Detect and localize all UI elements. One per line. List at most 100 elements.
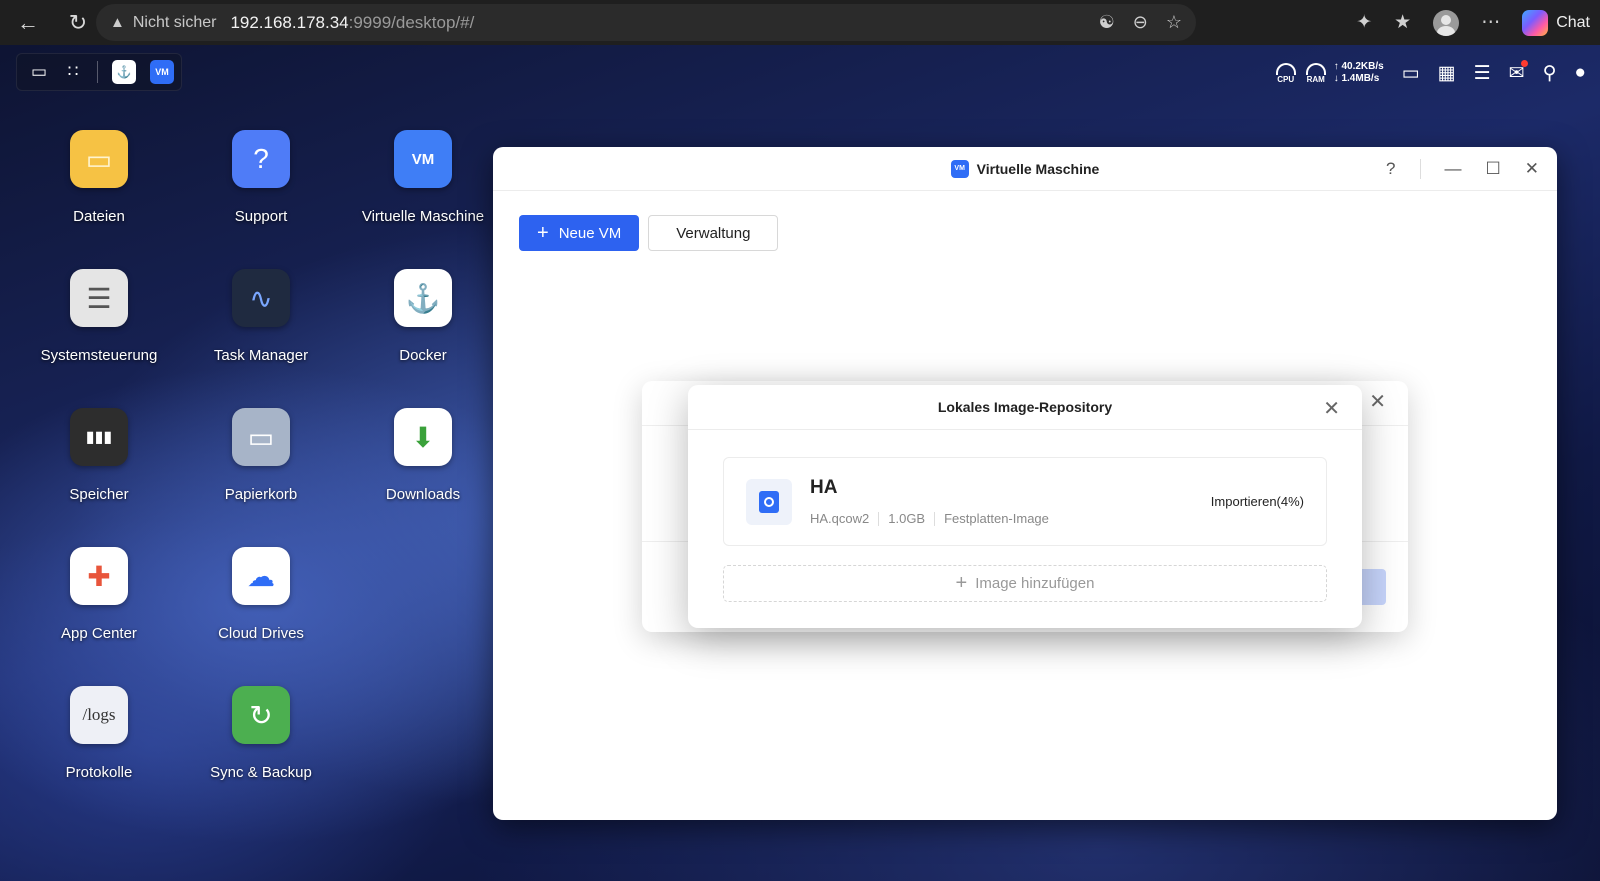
disk-image-icon (746, 478, 792, 525)
widgets-icon[interactable]: ▦ (1438, 62, 1456, 85)
cpu-gauge[interactable]: CPU (1275, 62, 1296, 84)
desktop-app-label: Protokolle (65, 764, 133, 781)
desktop-app-dateien[interactable]: ▭ Dateien (19, 130, 179, 225)
sync-icon: ↻ (232, 686, 290, 744)
download-icon: ⬇ (394, 408, 452, 466)
desktop-app-virtuelle-maschine[interactable]: VM Virtuelle Maschine (343, 130, 503, 225)
ram-gauge[interactable]: RAM (1305, 62, 1326, 84)
image-size: 1.0GB (888, 511, 926, 526)
reload-icon[interactable]: ↻ (60, 5, 96, 41)
desktop-app-cloud-drives[interactable]: ☁ Cloud Drives (181, 547, 341, 642)
repo-dialog-title: Lokales Image-Repository (937, 399, 1113, 415)
desktop-app-docker[interactable]: ⚓ Docker (343, 269, 503, 364)
desktop-app-protokolle[interactable]: /logs Protokolle (19, 686, 179, 781)
window-controls-divider (1419, 159, 1421, 179)
add-image-label: Image hinzufügen (975, 575, 1095, 592)
vm-window-titlebar[interactable]: VM Virtuelle Maschine ? — ☐ ✕ (493, 147, 1557, 191)
app-grid-icon[interactable]: ∷ (63, 62, 83, 82)
url-host: 192.168.178.34 (230, 12, 349, 32)
upload-speed: 40.2KB/s (1341, 61, 1384, 72)
app-center-icon: ✚ (70, 547, 128, 605)
plus-icon: + (955, 572, 968, 594)
back-icon[interactable]: ← (10, 5, 46, 41)
trash-icon: ▭ (232, 408, 290, 466)
desktop-app-label: Papierkorb (224, 486, 298, 503)
taskbar-vm-icon[interactable]: VM (150, 60, 174, 84)
desktop-app-label: Speicher (69, 486, 129, 503)
desktop-app-support[interactable]: ? Support (181, 130, 341, 225)
desktop: ▭ ∷ ⚓ VM CPU RAM ↑ 40.2KB/s ↓ 1.4MB/s ▭ … (0, 45, 1600, 881)
cloud-drive-icon: ☁ (232, 547, 290, 605)
add-image-button[interactable]: + Image hinzufügen (723, 565, 1327, 602)
meta-divider (878, 511, 880, 526)
docker-icon: ⚓ (394, 269, 452, 327)
taskbar-docker-icon[interactable]: ⚓ (112, 60, 136, 84)
image-list-item[interactable]: HA HA.qcow2 1.0GB Festplatten-Image Impo… (723, 457, 1327, 546)
desktop-app-app-center[interactable]: ✚ App Center (19, 547, 179, 642)
background-dialog-close-icon[interactable]: ✕ (1369, 389, 1386, 414)
search-icon[interactable]: ⚲ (1543, 62, 1557, 85)
copilot-chat-button[interactable]: Chat (1522, 9, 1590, 36)
url-path: :9999/desktop/#/ (348, 12, 475, 32)
minimize-icon[interactable]: — (1445, 159, 1462, 179)
desktop-app-label: App Center (61, 625, 137, 642)
address-bar[interactable]: ▲ Nicht sicher 192.168.178.34:9999/deskt… (96, 4, 1196, 41)
storage-icon: ▮▮▮ (70, 408, 128, 466)
new-vm-label: Neue VM (558, 224, 622, 242)
image-repository-dialog: Lokales Image-Repository ✕ HA HA.qcow2 1… (688, 385, 1362, 628)
manage-button[interactable]: Verwaltung (648, 215, 779, 251)
taskbar: ▭ ∷ ⚓ VM (16, 53, 182, 91)
image-type: Festplatten-Image (944, 511, 1049, 526)
vm-title-icon: VM (950, 159, 969, 178)
taskbar-divider (97, 61, 98, 83)
desktop-app-systemsteuerung[interactable]: ☰ Systemsteuerung (19, 269, 179, 364)
chart-icon: ∿ (232, 269, 290, 327)
notifications-icon[interactable]: ✉ (1509, 59, 1528, 85)
notification-dot (1520, 59, 1528, 67)
meta-divider (934, 511, 936, 526)
drive-icon[interactable]: ▭ (1402, 62, 1420, 85)
ram-label: RAM (1306, 74, 1325, 84)
vm-window-title: Virtuelle Maschine (976, 160, 1100, 177)
user-icon[interactable]: ● (1575, 62, 1586, 84)
show-desktop-icon[interactable]: ▭ (29, 62, 49, 82)
desktop-app-speicher[interactable]: ▮▮▮ Speicher (19, 408, 179, 503)
desktop-app-sync-backup[interactable]: ↻ Sync & Backup (181, 686, 341, 781)
desktop-app-label: Cloud Drives (218, 625, 304, 642)
plus-icon: + (537, 222, 549, 244)
system-tray: CPU RAM ↑ 40.2KB/s ↓ 1.4MB/s ▭ ▦ ☰ ✉ ⚲ ● (1275, 55, 1586, 91)
copilot-icon (1522, 9, 1549, 36)
vm-icon: VM (394, 130, 452, 188)
desktop-app-papierkorb[interactable]: ▭ Papierkorb (181, 408, 341, 503)
desktop-app-label: Docker (399, 347, 447, 364)
desktop-app-downloads[interactable]: ⬇ Downloads (343, 408, 503, 503)
desktop-app-label: Support (234, 208, 288, 225)
insecure-label: Nicht sicher (132, 13, 217, 31)
desktop-app-label: Systemsteuerung (40, 347, 158, 364)
favorites-icon[interactable]: ★ (1394, 11, 1411, 34)
vm-toolbar: + Neue VM Verwaltung (519, 215, 779, 251)
profile-avatar[interactable] (1433, 9, 1460, 36)
more-menu-icon[interactable]: ⋯ (1481, 11, 1500, 34)
new-vm-button[interactable]: + Neue VM (519, 215, 640, 251)
desktop-app-label: Downloads (385, 486, 461, 503)
cpu-label: CPU (1277, 74, 1295, 84)
desktop-app-task-manager[interactable]: ∿ Task Manager (181, 269, 341, 364)
network-speed[interactable]: ↑ 40.2KB/s ↓ 1.4MB/s (1334, 61, 1384, 85)
tasks-icon[interactable]: ☰ (1474, 62, 1491, 85)
download-speed: 1.4MB/s (1341, 73, 1380, 84)
sliders-icon: ☰ (70, 269, 128, 327)
desktop-app-label: Sync & Backup (210, 764, 312, 781)
extensions-icon[interactable]: ✦ (1356, 11, 1372, 34)
maximize-icon[interactable]: ☐ (1486, 159, 1501, 179)
immersive-reader-icon[interactable]: ☯ (1099, 12, 1115, 33)
desktop-app-label: Task Manager (213, 347, 309, 364)
repo-dialog-close-icon[interactable]: ✕ (1323, 396, 1340, 421)
zoom-out-icon[interactable]: ⊖ (1133, 12, 1148, 33)
close-icon[interactable]: ✕ (1525, 159, 1539, 179)
help-icon[interactable]: ? (1386, 159, 1395, 179)
ram-dial-icon (1305, 62, 1326, 75)
desktop-app-label: Virtuelle Maschine (361, 208, 485, 225)
question-icon: ? (232, 130, 290, 188)
favorite-star-icon[interactable]: ☆ (1166, 12, 1182, 33)
